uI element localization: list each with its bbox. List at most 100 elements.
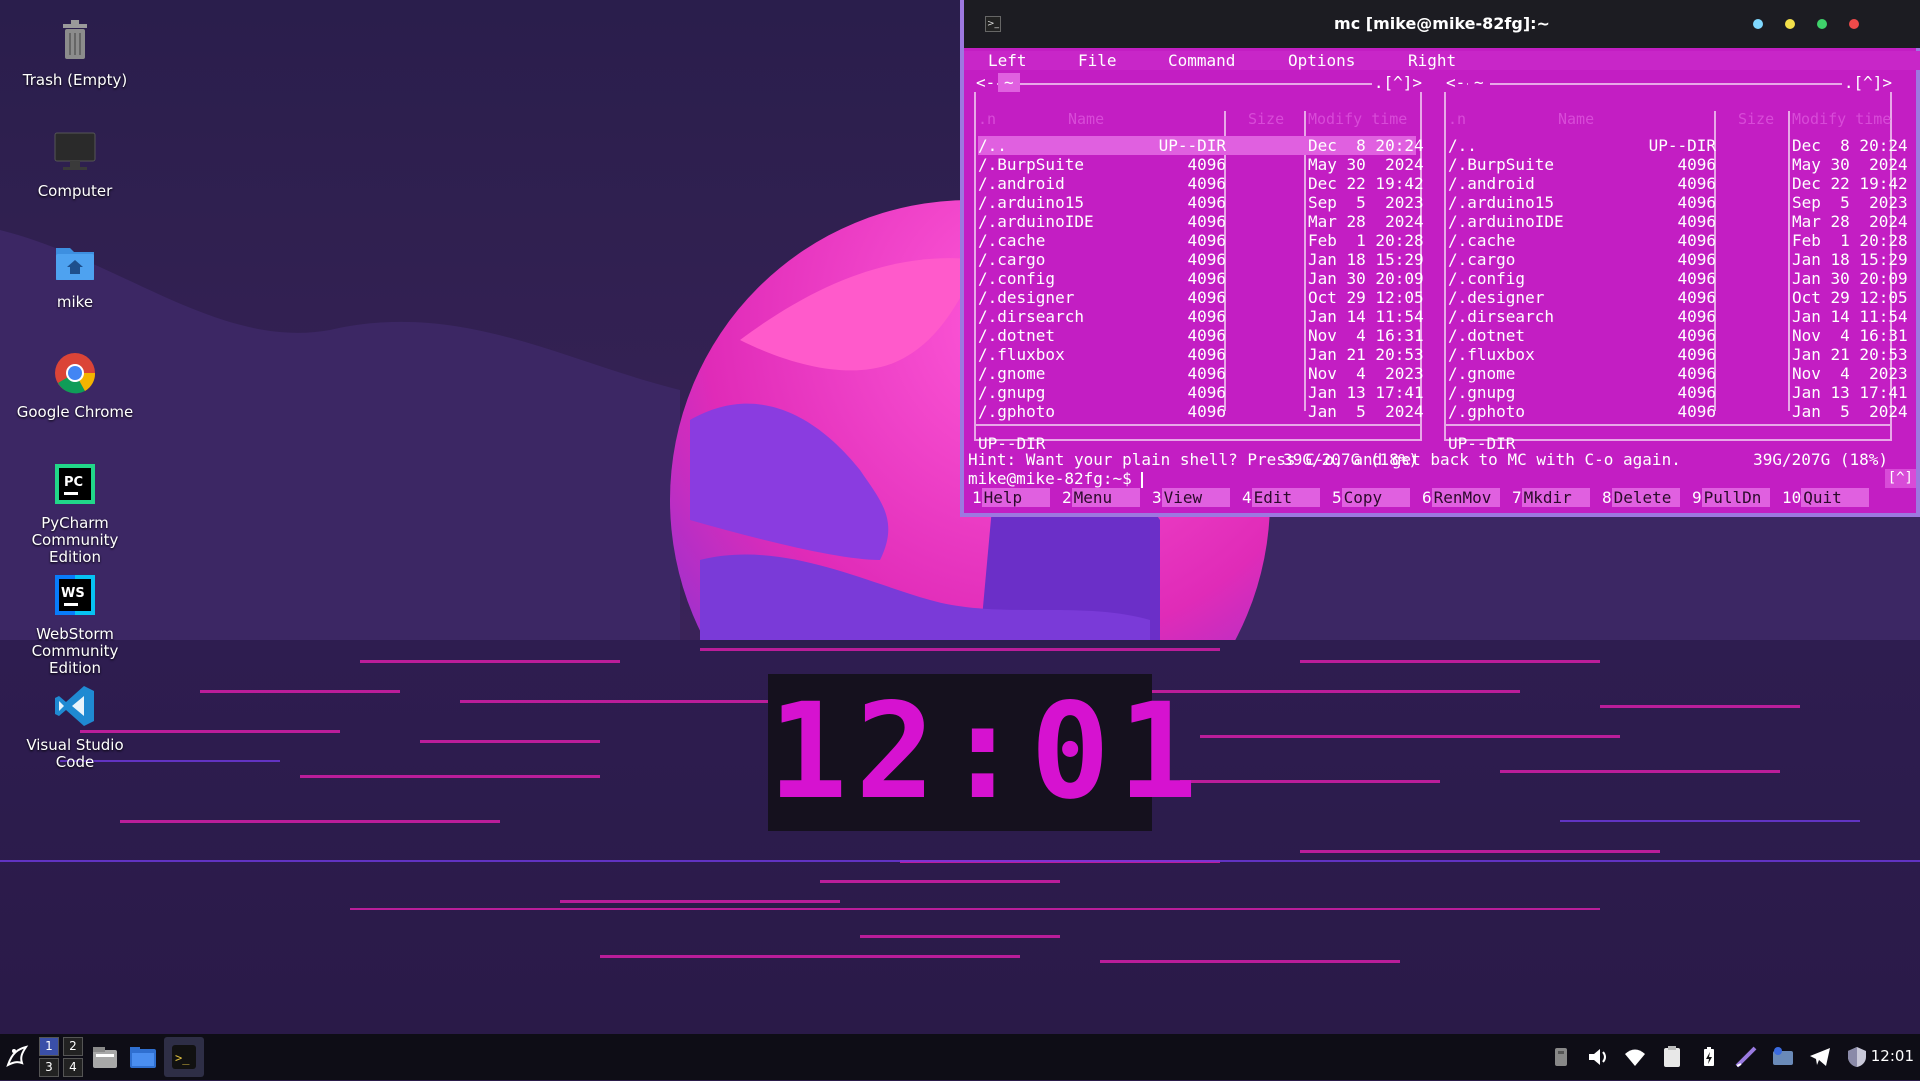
file-row[interactable]: /.fluxbox 4096 Jan 21 20:53 [978,345,1424,364]
close-button[interactable] [1849,19,1859,29]
right-panel[interactable]: <- ~ .[^]> .n Name Size Modify time /.. U… [1438,73,1908,469]
file-row[interactable]: /.arduinoIDE 4096 Mar 28 2024 [1448,212,1908,231]
file-row[interactable]: /.gnupg 4096 Jan 13 17:41 [978,383,1424,402]
fkey-quit[interactable]: 10 Quit [1782,488,1870,507]
fkey-view[interactable]: 3 View [1152,488,1230,507]
app-menu-icon[interactable] [4,1043,34,1073]
volume-icon[interactable] [1586,1045,1610,1069]
col-sort[interactable]: .n [978,111,996,128]
file-row[interactable]: /.gphoto 4096 Jan 5 2024 [978,402,1424,421]
desktop-icon-pycharm[interactable]: PC PyCharm Community Edition [0,459,150,566]
file-row[interactable]: /.gnome 4096 Nov 4 2023 [978,364,1424,383]
col-modify[interactable]: Modify time [1792,111,1891,128]
usb-drive-icon[interactable] [1549,1045,1573,1069]
panel-path[interactable]: ~ [998,73,1020,92]
file-row[interactable]: /.gnome 4096 Nov 4 2023 [1448,364,1908,383]
file-row[interactable]: /.android 4096 Dec 22 19:42 [1448,174,1908,193]
file-row[interactable]: /.config 4096 Jan 30 20:09 [978,269,1424,288]
workspace-4[interactable]: 4 [63,1058,83,1077]
vscode-icon [50,681,100,731]
panel-nav-left[interactable]: <- [1444,73,1468,92]
col-size[interactable]: Size [1738,111,1774,128]
desktop-icon-vscode[interactable]: Visual Studio Code [0,681,150,771]
file-row[interactable]: /.cargo 4096 Jan 18 15:29 [1448,250,1908,269]
terminal-window[interactable]: >_ mc [mike@mike-82fg]:~ Left File Comma… [960,0,1920,517]
file-row[interactable]: /.designer 4096 Oct 29 12:05 [1448,288,1908,307]
desktop-icon-home[interactable]: mike [0,238,150,311]
file-row[interactable]: /.. UP--DIR Dec 8 20:24 [1448,136,1908,155]
file-row[interactable]: /.arduinoIDE 4096 Mar 28 2024 [978,212,1424,231]
file-row[interactable]: /.dotnet 4096 Nov 4 16:31 [1448,326,1908,345]
file-row[interactable]: /.BurpSuite 4096 May 30 2024 [1448,155,1908,174]
file-row[interactable]: /.dotnet 4096 Nov 4 16:31 [978,326,1424,345]
clipboard-icon[interactable] [1660,1045,1684,1069]
file-row[interactable]: /.designer 4096 Oct 29 12:05 [978,288,1424,307]
fkey-pulldn[interactable]: 9 PullDn [1692,488,1770,507]
col-sort[interactable]: .n [1448,111,1466,128]
battery-icon[interactable] [1697,1045,1721,1069]
maximize-button[interactable] [1817,19,1827,29]
file-row[interactable]: /.dirsearch 4096 Jan 14 11:54 [1448,307,1908,326]
panel-nav-right[interactable]: .[^]> [1841,73,1894,92]
workspace-2[interactable]: 2 [63,1037,83,1056]
file-row[interactable]: /.gphoto 4096 Jan 5 2024 [1448,402,1908,421]
folder-icon[interactable] [128,1042,158,1072]
menu-right[interactable]: Right [1408,51,1456,70]
col-name[interactable]: Name [1558,111,1594,128]
desktop-icon-computer[interactable]: Computer [0,127,150,200]
fkey-menu[interactable]: 2 Menu [1062,488,1140,507]
file-name: /.android [978,174,1065,193]
file-row[interactable]: /.arduino15 4096 Sep 5 2023 [1448,193,1908,212]
desktop-icon-chrome[interactable]: Google Chrome [0,348,150,421]
file-row[interactable]: /.cargo 4096 Jan 18 15:29 [978,250,1424,269]
file-row[interactable]: /.. UP--DIR Dec 8 20:24 [978,136,1424,155]
telegram-icon[interactable] [1808,1045,1832,1069]
file-row[interactable]: /.BurpSuite 4096 May 30 2024 [978,155,1424,174]
terminal-taskbar-button[interactable]: >_ [164,1037,204,1077]
shield-icon[interactable] [1845,1045,1869,1069]
file-mtime: Mar 28 2024 [1792,212,1908,231]
menu-left[interactable]: Left [988,51,1027,70]
col-name[interactable]: Name [1068,111,1104,128]
col-size[interactable]: Size [1248,111,1284,128]
terminal-content[interactable]: Left File Command Options Right <- ~ .[^… [964,48,1920,517]
window-titlebar[interactable]: >_ mc [mike@mike-82fg]:~ [964,0,1920,48]
fkey-copy[interactable]: 5 Copy [1332,488,1410,507]
fkey-help[interactable]: 1 Help [972,488,1050,507]
file-row[interactable]: /.config 4096 Jan 30 20:09 [1448,269,1908,288]
file-row[interactable]: /.gnupg 4096 Jan 13 17:41 [1448,383,1908,402]
wifi-icon[interactable] [1623,1045,1647,1069]
file-row[interactable]: /.android 4096 Dec 22 19:42 [978,174,1424,193]
taskbar-clock[interactable]: 12:01 [1871,1047,1914,1065]
left-panel[interactable]: <- ~ .[^]> .n Name Size Modify time /.. U… [968,73,1430,469]
workspace-3[interactable]: 3 [39,1058,59,1077]
menu-file[interactable]: File [1078,51,1117,70]
workspace-1[interactable]: 1 [39,1037,59,1056]
pen-icon[interactable] [1734,1045,1758,1069]
file-row[interactable]: /.dirsearch 4096 Jan 14 11:54 [978,307,1424,326]
file-manager-icon[interactable] [90,1042,120,1072]
menu-options[interactable]: Options [1288,51,1355,70]
panel-nav-right[interactable]: .[^]> [1371,73,1424,92]
file-row[interactable]: /.arduino15 4096 Sep 5 2023 [978,193,1424,212]
sticky-button[interactable] [1753,19,1763,29]
file-row[interactable]: /.fluxbox 4096 Jan 21 20:53 [1448,345,1908,364]
panel-divider [976,424,1420,426]
fkey-delete[interactable]: 8 Delete [1602,488,1680,507]
scroll-hint[interactable]: [^] [1884,469,1916,488]
shell-prompt[interactable]: mike@mike-82fg:~$ [968,469,1144,488]
file-row[interactable]: /.cache 4096 Feb 1 20:28 [1448,231,1908,250]
fkey-renmov[interactable]: 6 RenMov [1422,488,1500,507]
desktop-icon-webstorm[interactable]: WS WebStorm Community Edition [0,570,150,677]
minimize-button[interactable] [1785,19,1795,29]
panel-path[interactable]: ~ [1468,73,1490,92]
notification-icon[interactable] [1771,1045,1795,1069]
fkey-edit[interactable]: 4 Edit [1242,488,1320,507]
desktop-icon-trash[interactable]: Trash (Empty) [0,16,150,89]
col-modify[interactable]: Modify time [1308,111,1407,128]
menu-command[interactable]: Command [1168,51,1235,70]
file-row[interactable]: /.cache 4096 Feb 1 20:28 [978,231,1424,250]
fkey-label: PullDn [1701,488,1770,507]
fkey-mkdir[interactable]: 7 Mkdir [1512,488,1590,507]
panel-nav-left[interactable]: <- [974,73,998,92]
